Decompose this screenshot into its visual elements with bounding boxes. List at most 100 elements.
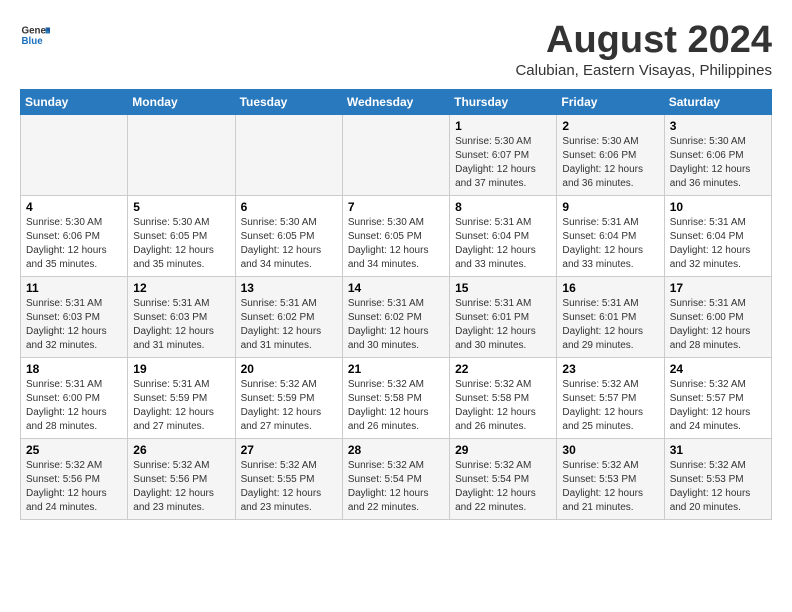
day-number: 1 [455, 119, 551, 133]
day-cell: 26 Sunrise: 5:32 AM Sunset: 5:56 PM Dayli… [128, 438, 235, 519]
day-number: 30 [562, 443, 658, 457]
day-number: 20 [241, 362, 337, 376]
header-cell-thursday: Thursday [450, 89, 557, 114]
week-row-3: 11 Sunrise: 5:31 AM Sunset: 6:03 PM Dayli… [21, 276, 772, 357]
day-info: Sunrise: 5:30 AM Sunset: 6:07 PM Dayligh… [455, 135, 551, 191]
day-cell: 18 Sunrise: 5:31 AM Sunset: 6:00 PM Dayli… [21, 357, 128, 438]
day-info: Sunrise: 5:32 AM Sunset: 5:59 PM Dayligh… [241, 378, 337, 434]
day-info: Sunrise: 5:31 AM Sunset: 5:59 PM Dayligh… [133, 378, 229, 434]
day-cell: 3 Sunrise: 5:30 AM Sunset: 6:06 PM Daylig… [664, 114, 771, 195]
day-number: 12 [133, 281, 229, 295]
day-number: 27 [241, 443, 337, 457]
day-info: Sunrise: 5:31 AM Sunset: 6:01 PM Dayligh… [562, 297, 658, 353]
day-info: Sunrise: 5:32 AM Sunset: 5:53 PM Dayligh… [562, 459, 658, 515]
day-number: 15 [455, 281, 551, 295]
header-cell-saturday: Saturday [664, 89, 771, 114]
week-row-5: 25Sunrise: 5:32 AM Sunset: 5:56 PM Dayli… [21, 438, 772, 519]
day-info: Sunrise: 5:31 AM Sunset: 6:00 PM Dayligh… [670, 297, 766, 353]
day-info: Sunrise: 5:30 AM Sunset: 6:05 PM Dayligh… [348, 216, 444, 272]
calendar-table: SundayMondayTuesdayWednesdayThursdayFrid… [20, 89, 772, 520]
calendar-header: SundayMondayTuesdayWednesdayThursdayFrid… [21, 89, 772, 114]
page-header: General Blue August 2024 Calubian, Easte… [20, 20, 772, 79]
day-cell: 12Sunrise: 5:31 AM Sunset: 6:03 PM Dayli… [128, 276, 235, 357]
day-cell: 9Sunrise: 5:31 AM Sunset: 6:04 PM Daylig… [557, 195, 664, 276]
day-number: 14 [348, 281, 444, 295]
day-cell: 22 Sunrise: 5:32 AM Sunset: 5:58 PM Dayli… [450, 357, 557, 438]
day-info: Sunrise: 5:32 AM Sunset: 5:58 PM Dayligh… [348, 378, 444, 434]
day-cell: 4 Sunrise: 5:30 AM Sunset: 6:06 PM Daylig… [21, 195, 128, 276]
day-number: 9 [562, 200, 658, 214]
day-number: 19 [133, 362, 229, 376]
page-subtitle: Calubian, Eastern Visayas, Philippines [515, 62, 772, 79]
day-number: 28 [348, 443, 444, 457]
header-cell-tuesday: Tuesday [235, 89, 342, 114]
calendar-body: 1 Sunrise: 5:30 AM Sunset: 6:07 PM Daylig… [21, 114, 772, 519]
title-block: August 2024 Calubian, Eastern Visayas, P… [515, 20, 772, 79]
day-info: Sunrise: 5:31 AM Sunset: 6:04 PM Dayligh… [455, 216, 551, 272]
day-info: Sunrise: 5:32 AM Sunset: 5:58 PM Dayligh… [455, 378, 551, 434]
day-cell: 2Sunrise: 5:30 AM Sunset: 6:06 PM Daylig… [557, 114, 664, 195]
week-row-1: 1 Sunrise: 5:30 AM Sunset: 6:07 PM Daylig… [21, 114, 772, 195]
day-cell [128, 114, 235, 195]
day-info: Sunrise: 5:32 AM Sunset: 5:56 PM Dayligh… [26, 459, 122, 515]
day-info: Sunrise: 5:32 AM Sunset: 5:53 PM Dayligh… [670, 459, 766, 515]
day-info: Sunrise: 5:31 AM Sunset: 6:00 PM Dayligh… [26, 378, 122, 434]
day-cell: 27Sunrise: 5:32 AM Sunset: 5:55 PM Dayli… [235, 438, 342, 519]
week-row-4: 18 Sunrise: 5:31 AM Sunset: 6:00 PM Dayli… [21, 357, 772, 438]
day-info: Sunrise: 5:30 AM Sunset: 6:05 PM Dayligh… [133, 216, 229, 272]
day-number: 11 [26, 281, 122, 295]
day-info: Sunrise: 5:32 AM Sunset: 5:57 PM Dayligh… [670, 378, 766, 434]
day-cell [342, 114, 449, 195]
day-cell: 21 Sunrise: 5:32 AM Sunset: 5:58 PM Dayli… [342, 357, 449, 438]
day-number: 3 [670, 119, 766, 133]
day-cell: 17Sunrise: 5:31 AM Sunset: 6:00 PM Dayli… [664, 276, 771, 357]
day-cell: 31Sunrise: 5:32 AM Sunset: 5:53 PM Dayli… [664, 438, 771, 519]
day-cell: 16 Sunrise: 5:31 AM Sunset: 6:01 PM Dayli… [557, 276, 664, 357]
day-number: 29 [455, 443, 551, 457]
week-row-2: 4 Sunrise: 5:30 AM Sunset: 6:06 PM Daylig… [21, 195, 772, 276]
day-number: 10 [670, 200, 766, 214]
day-cell: 24Sunrise: 5:32 AM Sunset: 5:57 PM Dayli… [664, 357, 771, 438]
day-number: 16 [562, 281, 658, 295]
day-cell: 13 Sunrise: 5:31 AM Sunset: 6:02 PM Dayli… [235, 276, 342, 357]
day-number: 4 [26, 200, 122, 214]
day-cell: 19 Sunrise: 5:31 AM Sunset: 5:59 PM Dayli… [128, 357, 235, 438]
day-info: Sunrise: 5:31 AM Sunset: 6:03 PM Dayligh… [26, 297, 122, 353]
page-title: August 2024 [515, 20, 772, 62]
day-info: Sunrise: 5:30 AM Sunset: 6:05 PM Dayligh… [241, 216, 337, 272]
day-cell [21, 114, 128, 195]
day-cell: 5 Sunrise: 5:30 AM Sunset: 6:05 PM Daylig… [128, 195, 235, 276]
header-cell-wednesday: Wednesday [342, 89, 449, 114]
logo-icon: General Blue [20, 20, 50, 50]
svg-text:Blue: Blue [22, 36, 44, 47]
day-info: Sunrise: 5:31 AM Sunset: 6:02 PM Dayligh… [241, 297, 337, 353]
day-number: 5 [133, 200, 229, 214]
day-number: 23 [562, 362, 658, 376]
day-number: 8 [455, 200, 551, 214]
day-cell: 25Sunrise: 5:32 AM Sunset: 5:56 PM Dayli… [21, 438, 128, 519]
day-info: Sunrise: 5:30 AM Sunset: 6:06 PM Dayligh… [26, 216, 122, 272]
day-info: Sunrise: 5:32 AM Sunset: 5:56 PM Dayligh… [133, 459, 229, 515]
day-info: Sunrise: 5:32 AM Sunset: 5:54 PM Dayligh… [455, 459, 551, 515]
day-cell: 30 Sunrise: 5:32 AM Sunset: 5:53 PM Dayli… [557, 438, 664, 519]
day-number: 18 [26, 362, 122, 376]
day-number: 21 [348, 362, 444, 376]
day-cell: 23 Sunrise: 5:32 AM Sunset: 5:57 PM Dayli… [557, 357, 664, 438]
day-cell: 14Sunrise: 5:31 AM Sunset: 6:02 PM Dayli… [342, 276, 449, 357]
day-cell: 8 Sunrise: 5:31 AM Sunset: 6:04 PM Daylig… [450, 195, 557, 276]
header-cell-sunday: Sunday [21, 89, 128, 114]
day-number: 22 [455, 362, 551, 376]
day-cell: 10 Sunrise: 5:31 AM Sunset: 6:04 PM Dayli… [664, 195, 771, 276]
day-info: Sunrise: 5:31 AM Sunset: 6:04 PM Dayligh… [670, 216, 766, 272]
day-info: Sunrise: 5:30 AM Sunset: 6:06 PM Dayligh… [670, 135, 766, 191]
header-row: SundayMondayTuesdayWednesdayThursdayFrid… [21, 89, 772, 114]
header-cell-monday: Monday [128, 89, 235, 114]
day-info: Sunrise: 5:32 AM Sunset: 5:57 PM Dayligh… [562, 378, 658, 434]
day-info: Sunrise: 5:30 AM Sunset: 6:06 PM Dayligh… [562, 135, 658, 191]
day-number: 13 [241, 281, 337, 295]
day-cell: 6Sunrise: 5:30 AM Sunset: 6:05 PM Daylig… [235, 195, 342, 276]
day-number: 26 [133, 443, 229, 457]
logo: General Blue [20, 20, 50, 50]
day-cell [235, 114, 342, 195]
day-cell: 1 Sunrise: 5:30 AM Sunset: 6:07 PM Daylig… [450, 114, 557, 195]
